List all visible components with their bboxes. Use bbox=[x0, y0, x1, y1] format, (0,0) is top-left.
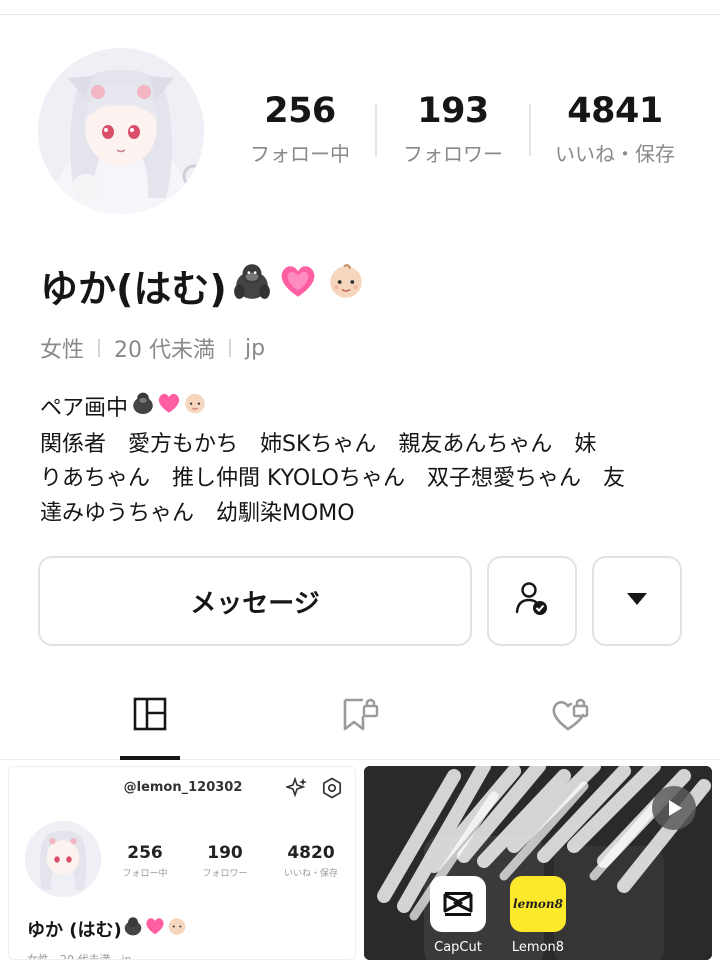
tab-liked[interactable] bbox=[510, 672, 630, 760]
user-check-icon bbox=[512, 579, 552, 623]
thumb-stat-likes: 4820 いいね・保存 bbox=[279, 843, 343, 879]
active-tab-indicator bbox=[120, 756, 180, 760]
profile-name-text: ゆか(はむ) bbox=[40, 267, 227, 311]
bio-line: 関係者 愛方もかち 姉SKちゃん 親友あんちゃん 妹 bbox=[40, 431, 597, 457]
thumb-stat-value: 190 bbox=[207, 843, 243, 863]
thumb-stat-following: 256 フォロー中 bbox=[119, 843, 171, 879]
stat-followers-label: フォロワー bbox=[403, 142, 503, 166]
thumb-meta: 女性 20 代未満 jp bbox=[27, 953, 132, 960]
play-icon[interactable] bbox=[652, 786, 696, 830]
gorilla-icon bbox=[130, 390, 156, 428]
message-button-label: メッセージ bbox=[190, 588, 320, 619]
top-divider bbox=[0, 14, 720, 15]
meta-region: jp bbox=[245, 335, 266, 361]
stat-following-value: 256 bbox=[264, 91, 336, 131]
tab-saved[interactable] bbox=[300, 672, 420, 760]
grid-icon bbox=[132, 696, 168, 736]
gorilla-icon bbox=[231, 260, 273, 311]
thumb-avatar bbox=[25, 821, 101, 897]
thumb-stat-label: フォロワー bbox=[202, 869, 248, 879]
stat-following-label: フォロー中 bbox=[250, 142, 350, 166]
stat-divider bbox=[375, 104, 377, 156]
bio-line: りあちゃん 推し仲間 KYOLOちゃん 双子想愛ちゃん 友 bbox=[40, 466, 625, 491]
meta-gender: 女性 bbox=[40, 338, 85, 363]
baby-icon bbox=[182, 390, 208, 428]
settings-icon bbox=[321, 777, 343, 803]
thumb-stat-followers: 190 フォロワー bbox=[199, 843, 251, 879]
thumb-stat-value: 256 bbox=[127, 843, 163, 863]
profile-tabs bbox=[0, 672, 720, 760]
bio-line: 達みゆうちゃん 幼馴染MOMO bbox=[40, 500, 355, 526]
stat-divider bbox=[529, 104, 531, 156]
avatar[interactable] bbox=[38, 48, 204, 214]
triangle-down-icon bbox=[625, 591, 649, 611]
heart-icon bbox=[144, 915, 166, 942]
baby-icon bbox=[166, 915, 188, 942]
app-lemon8: lemon8 Lemon8 bbox=[510, 876, 566, 955]
profile-name: ゆか(はむ) bbox=[40, 258, 367, 313]
profile-stats: 256 フォロー中 193 フォロワー 4841 いいね・保存 bbox=[220, 90, 720, 180]
tab-posts[interactable] bbox=[90, 672, 210, 760]
stat-likes[interactable]: 4841 いいね・保存 bbox=[548, 90, 682, 167]
more-options-button[interactable] bbox=[592, 556, 682, 646]
stat-likes-value: 4841 bbox=[567, 91, 663, 131]
stat-likes-label: いいね・保存 bbox=[555, 142, 675, 166]
thumb-name-text: ゆか (はむ) bbox=[27, 919, 122, 941]
meta-age: 20 代未満 bbox=[114, 338, 216, 363]
thumb-stat-value: 4820 bbox=[287, 843, 335, 863]
capcut-icon bbox=[430, 876, 486, 932]
bookmark-lock-icon bbox=[340, 694, 380, 738]
thumb-stat-label: いいね・保存 bbox=[283, 869, 338, 879]
gorilla-icon bbox=[122, 915, 144, 942]
meta-divider bbox=[229, 339, 232, 357]
bio-line: ペア画中 bbox=[40, 390, 690, 428]
app-capcut: CapCut bbox=[430, 876, 486, 955]
meta-divider bbox=[98, 339, 101, 357]
message-button[interactable]: メッセージ bbox=[38, 556, 472, 646]
sparkle-icon bbox=[284, 776, 308, 803]
profile-bio: ペア画中 関係者 愛方もかち 姉SKちゃん 親友あんちゃん 妹 りあちゃん 推し… bbox=[40, 390, 690, 531]
baby-icon bbox=[325, 260, 367, 311]
heart-icon bbox=[277, 260, 319, 311]
app-label: Lemon8 bbox=[511, 940, 565, 955]
heart-lock-icon bbox=[550, 694, 590, 738]
lemon8-icon: lemon8 bbox=[510, 876, 566, 932]
profile-meta: 女性 20 代未満 jp bbox=[40, 332, 265, 364]
thumb-stat-label: フォロー中 bbox=[122, 869, 168, 879]
heart-icon bbox=[156, 390, 182, 428]
stat-followers[interactable]: 193 フォロワー bbox=[392, 90, 514, 167]
bio-line-text: ペア画中 bbox=[40, 395, 129, 421]
lemon8-logo-text: lemon8 bbox=[513, 897, 563, 911]
post-thumbnail[interactable]: @lemon_120302 256 フォロー中 190 フォロワー 4820 い… bbox=[8, 766, 356, 960]
stat-following[interactable]: 256 フォロー中 bbox=[238, 90, 362, 167]
following-status-button[interactable] bbox=[487, 556, 577, 646]
app-label: CapCut bbox=[434, 940, 482, 955]
stat-followers-value: 193 bbox=[417, 91, 489, 131]
post-thumbnail[interactable]: CapCut lemon8 Lemon8 bbox=[364, 766, 712, 960]
thumb-name: ゆか (はむ) bbox=[27, 915, 188, 942]
